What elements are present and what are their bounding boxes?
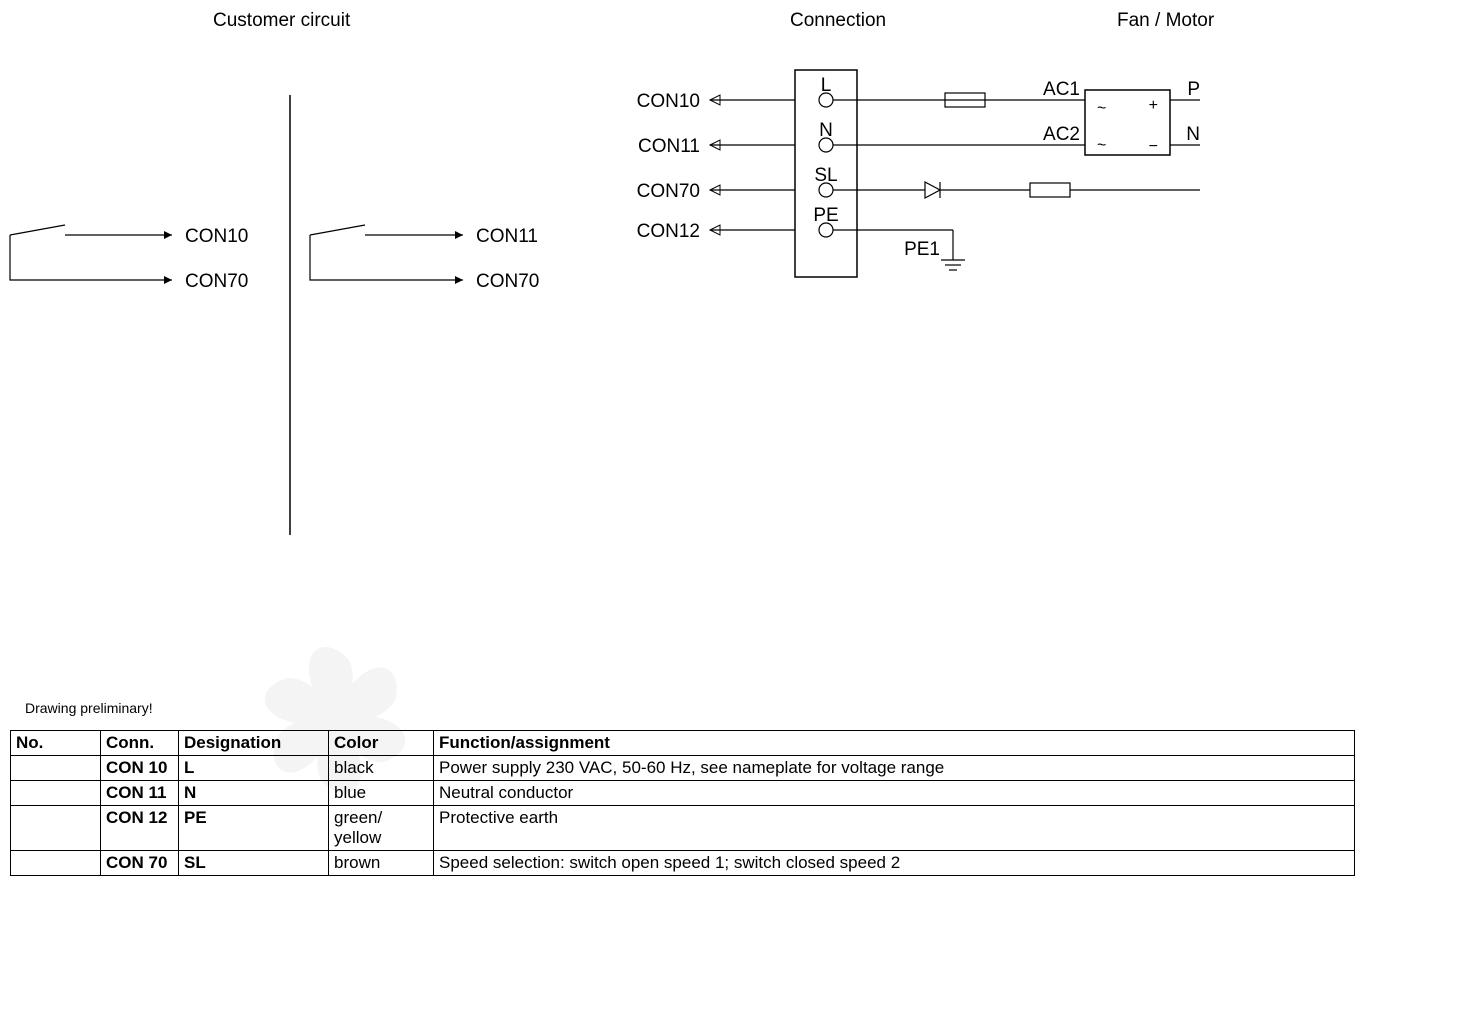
svg-text:+: + [1149,97,1158,114]
svg-text:AC2: AC2 [1043,124,1080,145]
svg-text:P: P [1187,79,1200,100]
col-conn: Conn. [101,731,179,756]
wiring-diagram: CON10 CON70 CON11 CON70 L N SL PE CON10 … [0,55,1250,555]
svg-text:−: − [1149,138,1158,155]
table-row: CON 70 SL brown Speed selection: switch … [11,851,1355,876]
table-row: CON 12 PE green/ yellow Protective earth [11,806,1355,851]
svg-text:PE: PE [813,205,838,226]
table-row: CON 10 L black Power supply 230 VAC, 50-… [11,756,1355,781]
connection-table: No. Conn. Designation Color Function/ass… [10,730,1355,876]
svg-text:CON10: CON10 [185,226,248,247]
col-desig: Designation [179,731,329,756]
svg-text:CON70: CON70 [185,271,248,292]
preliminary-note: Drawing preliminary! [25,700,153,716]
col-no: No. [11,731,101,756]
col-color: Color [329,731,434,756]
svg-text:L: L [821,75,832,96]
svg-text:~: ~ [1097,100,1106,117]
svg-text:SL: SL [814,165,837,186]
table-row: CON 11 N blue Neutral conductor [11,781,1355,806]
heading-customer-circuit: Customer circuit [213,10,350,32]
heading-fan-motor: Fan / Motor [1117,10,1214,32]
svg-text:CON12: CON12 [637,221,700,242]
table-header-row: No. Conn. Designation Color Function/ass… [11,731,1355,756]
svg-text:~: ~ [1097,137,1106,154]
svg-text:PE1: PE1 [904,239,940,260]
svg-text:CON11: CON11 [476,226,538,247]
svg-text:CON10: CON10 [637,91,700,112]
svg-text:N: N [819,120,833,141]
svg-text:AC1: AC1 [1043,79,1080,100]
svg-text:CON70: CON70 [476,271,539,292]
col-func: Function/assignment [434,731,1355,756]
svg-text:CON70: CON70 [637,181,700,202]
svg-text:N: N [1186,124,1200,145]
heading-connection: Connection [790,10,886,32]
svg-text:CON11: CON11 [638,136,700,157]
